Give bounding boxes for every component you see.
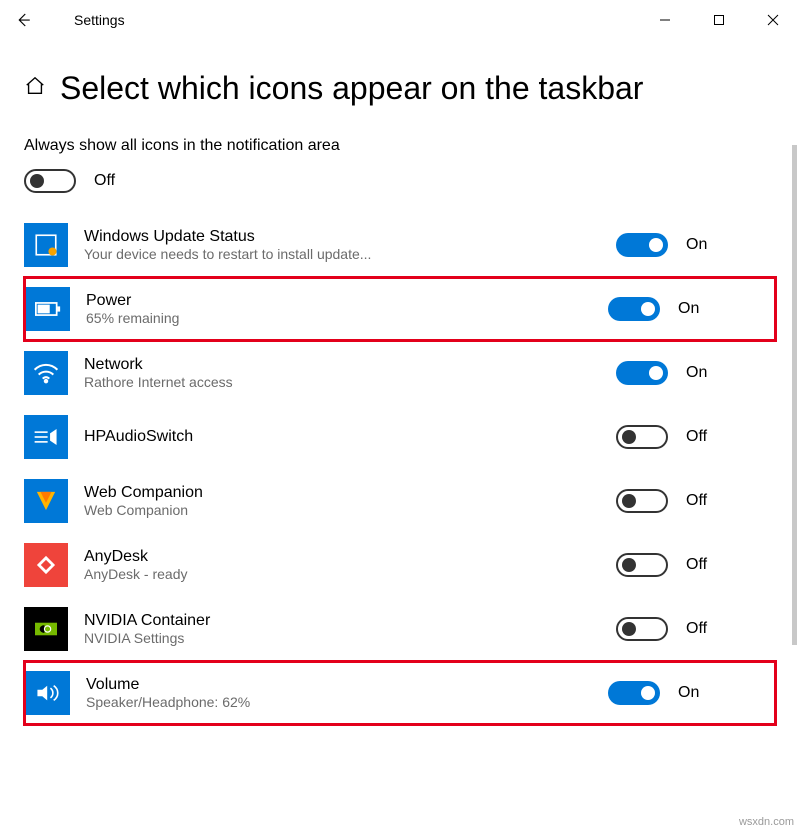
- row-title: Web Companion: [84, 484, 464, 502]
- row-texts: Web CompanionWeb Companion: [84, 484, 600, 518]
- row-title: Network: [84, 356, 464, 374]
- close-icon: [767, 14, 779, 26]
- toggle-state-label: On: [686, 364, 707, 382]
- toggle-zone: Off: [616, 617, 776, 641]
- row-texts: Windows Update StatusYour device needs t…: [84, 228, 600, 262]
- audio-switch-icon: [24, 415, 68, 459]
- always-show-label: Always show all icons in the notificatio…: [24, 137, 776, 155]
- list-row-anydesk: AnyDeskAnyDesk - ready Off: [24, 533, 776, 597]
- row-title: Windows Update Status: [84, 228, 464, 246]
- window-title: Settings: [74, 12, 125, 28]
- row-subtitle: Web Companion: [84, 502, 464, 518]
- row-title: AnyDesk: [84, 548, 464, 566]
- row-subtitle: Speaker/Headphone: 62%: [86, 694, 466, 710]
- list-row-windows-update: Windows Update StatusYour device needs t…: [24, 213, 776, 277]
- row-title: Volume: [86, 676, 466, 694]
- list-row-power: Power65% remaining On: [24, 277, 776, 341]
- toggle-state-label: Off: [686, 428, 707, 446]
- minimize-icon: [659, 14, 671, 26]
- web-companion-icon: [24, 479, 68, 523]
- wifi-icon: [24, 351, 68, 395]
- toggle-zone: On: [608, 681, 768, 705]
- web-companion-toggle[interactable]: [616, 489, 668, 513]
- page-title: Select which icons appear on the taskbar: [60, 70, 643, 107]
- row-subtitle: Your device needs to restart to install …: [84, 246, 464, 262]
- toggle-state-label: On: [686, 236, 707, 254]
- toggle-zone: On: [608, 297, 768, 321]
- window-buttons: [638, 0, 800, 40]
- maximize-button[interactable]: [692, 0, 746, 40]
- row-subtitle: 65% remaining: [86, 310, 466, 326]
- master-toggle-label: Off: [94, 172, 115, 190]
- battery-icon: [26, 287, 70, 331]
- minimize-button[interactable]: [638, 0, 692, 40]
- toggle-state-label: On: [678, 684, 699, 702]
- row-subtitle: AnyDesk - ready: [84, 566, 464, 582]
- toggle-state-label: On: [678, 300, 699, 318]
- icon-list: Windows Update StatusYour device needs t…: [24, 213, 776, 725]
- anydesk-icon: [24, 543, 68, 587]
- power-toggle[interactable]: [608, 297, 660, 321]
- maximize-icon: [713, 14, 725, 26]
- toggle-zone: Off: [616, 553, 776, 577]
- list-row-volume: VolumeSpeaker/Headphone: 62% On: [24, 661, 776, 725]
- list-row-web-companion: Web CompanionWeb Companion Off: [24, 469, 776, 533]
- list-row-network: NetworkRathore Internet access On: [24, 341, 776, 405]
- row-texts: VolumeSpeaker/Headphone: 62%: [86, 676, 592, 710]
- nvidia-toggle[interactable]: [616, 617, 668, 641]
- row-title: HPAudioSwitch: [84, 428, 464, 446]
- toggle-zone: On: [616, 233, 776, 257]
- update-icon: [24, 223, 68, 267]
- network-toggle[interactable]: [616, 361, 668, 385]
- toggle-zone: Off: [616, 489, 776, 513]
- toggle-zone: On: [616, 361, 776, 385]
- volume-icon: [26, 671, 70, 715]
- row-subtitle: Rathore Internet access: [84, 374, 464, 390]
- windows-update-toggle[interactable]: [616, 233, 668, 257]
- master-toggle-row: Off: [24, 169, 776, 193]
- row-texts: HPAudioSwitch: [84, 428, 600, 446]
- volume-toggle[interactable]: [608, 681, 660, 705]
- toggle-zone: Off: [616, 425, 776, 449]
- master-toggle[interactable]: [24, 169, 76, 193]
- anydesk-toggle[interactable]: [616, 553, 668, 577]
- row-texts: NVIDIA ContainerNVIDIA Settings: [84, 612, 600, 646]
- page-header: Select which icons appear on the taskbar: [0, 40, 800, 125]
- row-texts: AnyDeskAnyDesk - ready: [84, 548, 600, 582]
- scrollbar[interactable]: [792, 145, 797, 645]
- list-row-hpaudio: HPAudioSwitch Off: [24, 405, 776, 469]
- content-area: Always show all icons in the notificatio…: [0, 137, 800, 725]
- close-button[interactable]: [746, 0, 800, 40]
- list-row-nvidia: NVIDIA ContainerNVIDIA Settings Off: [24, 597, 776, 661]
- row-title: Power: [86, 292, 466, 310]
- row-texts: Power65% remaining: [86, 292, 592, 326]
- back-button[interactable]: [14, 11, 46, 29]
- toggle-state-label: Off: [686, 620, 707, 638]
- row-subtitle: NVIDIA Settings: [84, 630, 464, 646]
- toggle-state-label: Off: [686, 556, 707, 574]
- nvidia-icon: [24, 607, 68, 651]
- home-icon[interactable]: [24, 75, 46, 102]
- row-title: NVIDIA Container: [84, 612, 464, 630]
- row-texts: NetworkRathore Internet access: [84, 356, 600, 390]
- arrow-left-icon: [14, 11, 32, 29]
- toggle-state-label: Off: [686, 492, 707, 510]
- hpaudio-toggle[interactable]: [616, 425, 668, 449]
- titlebar: Settings: [0, 0, 800, 40]
- watermark: wsxdn.com: [739, 816, 794, 828]
